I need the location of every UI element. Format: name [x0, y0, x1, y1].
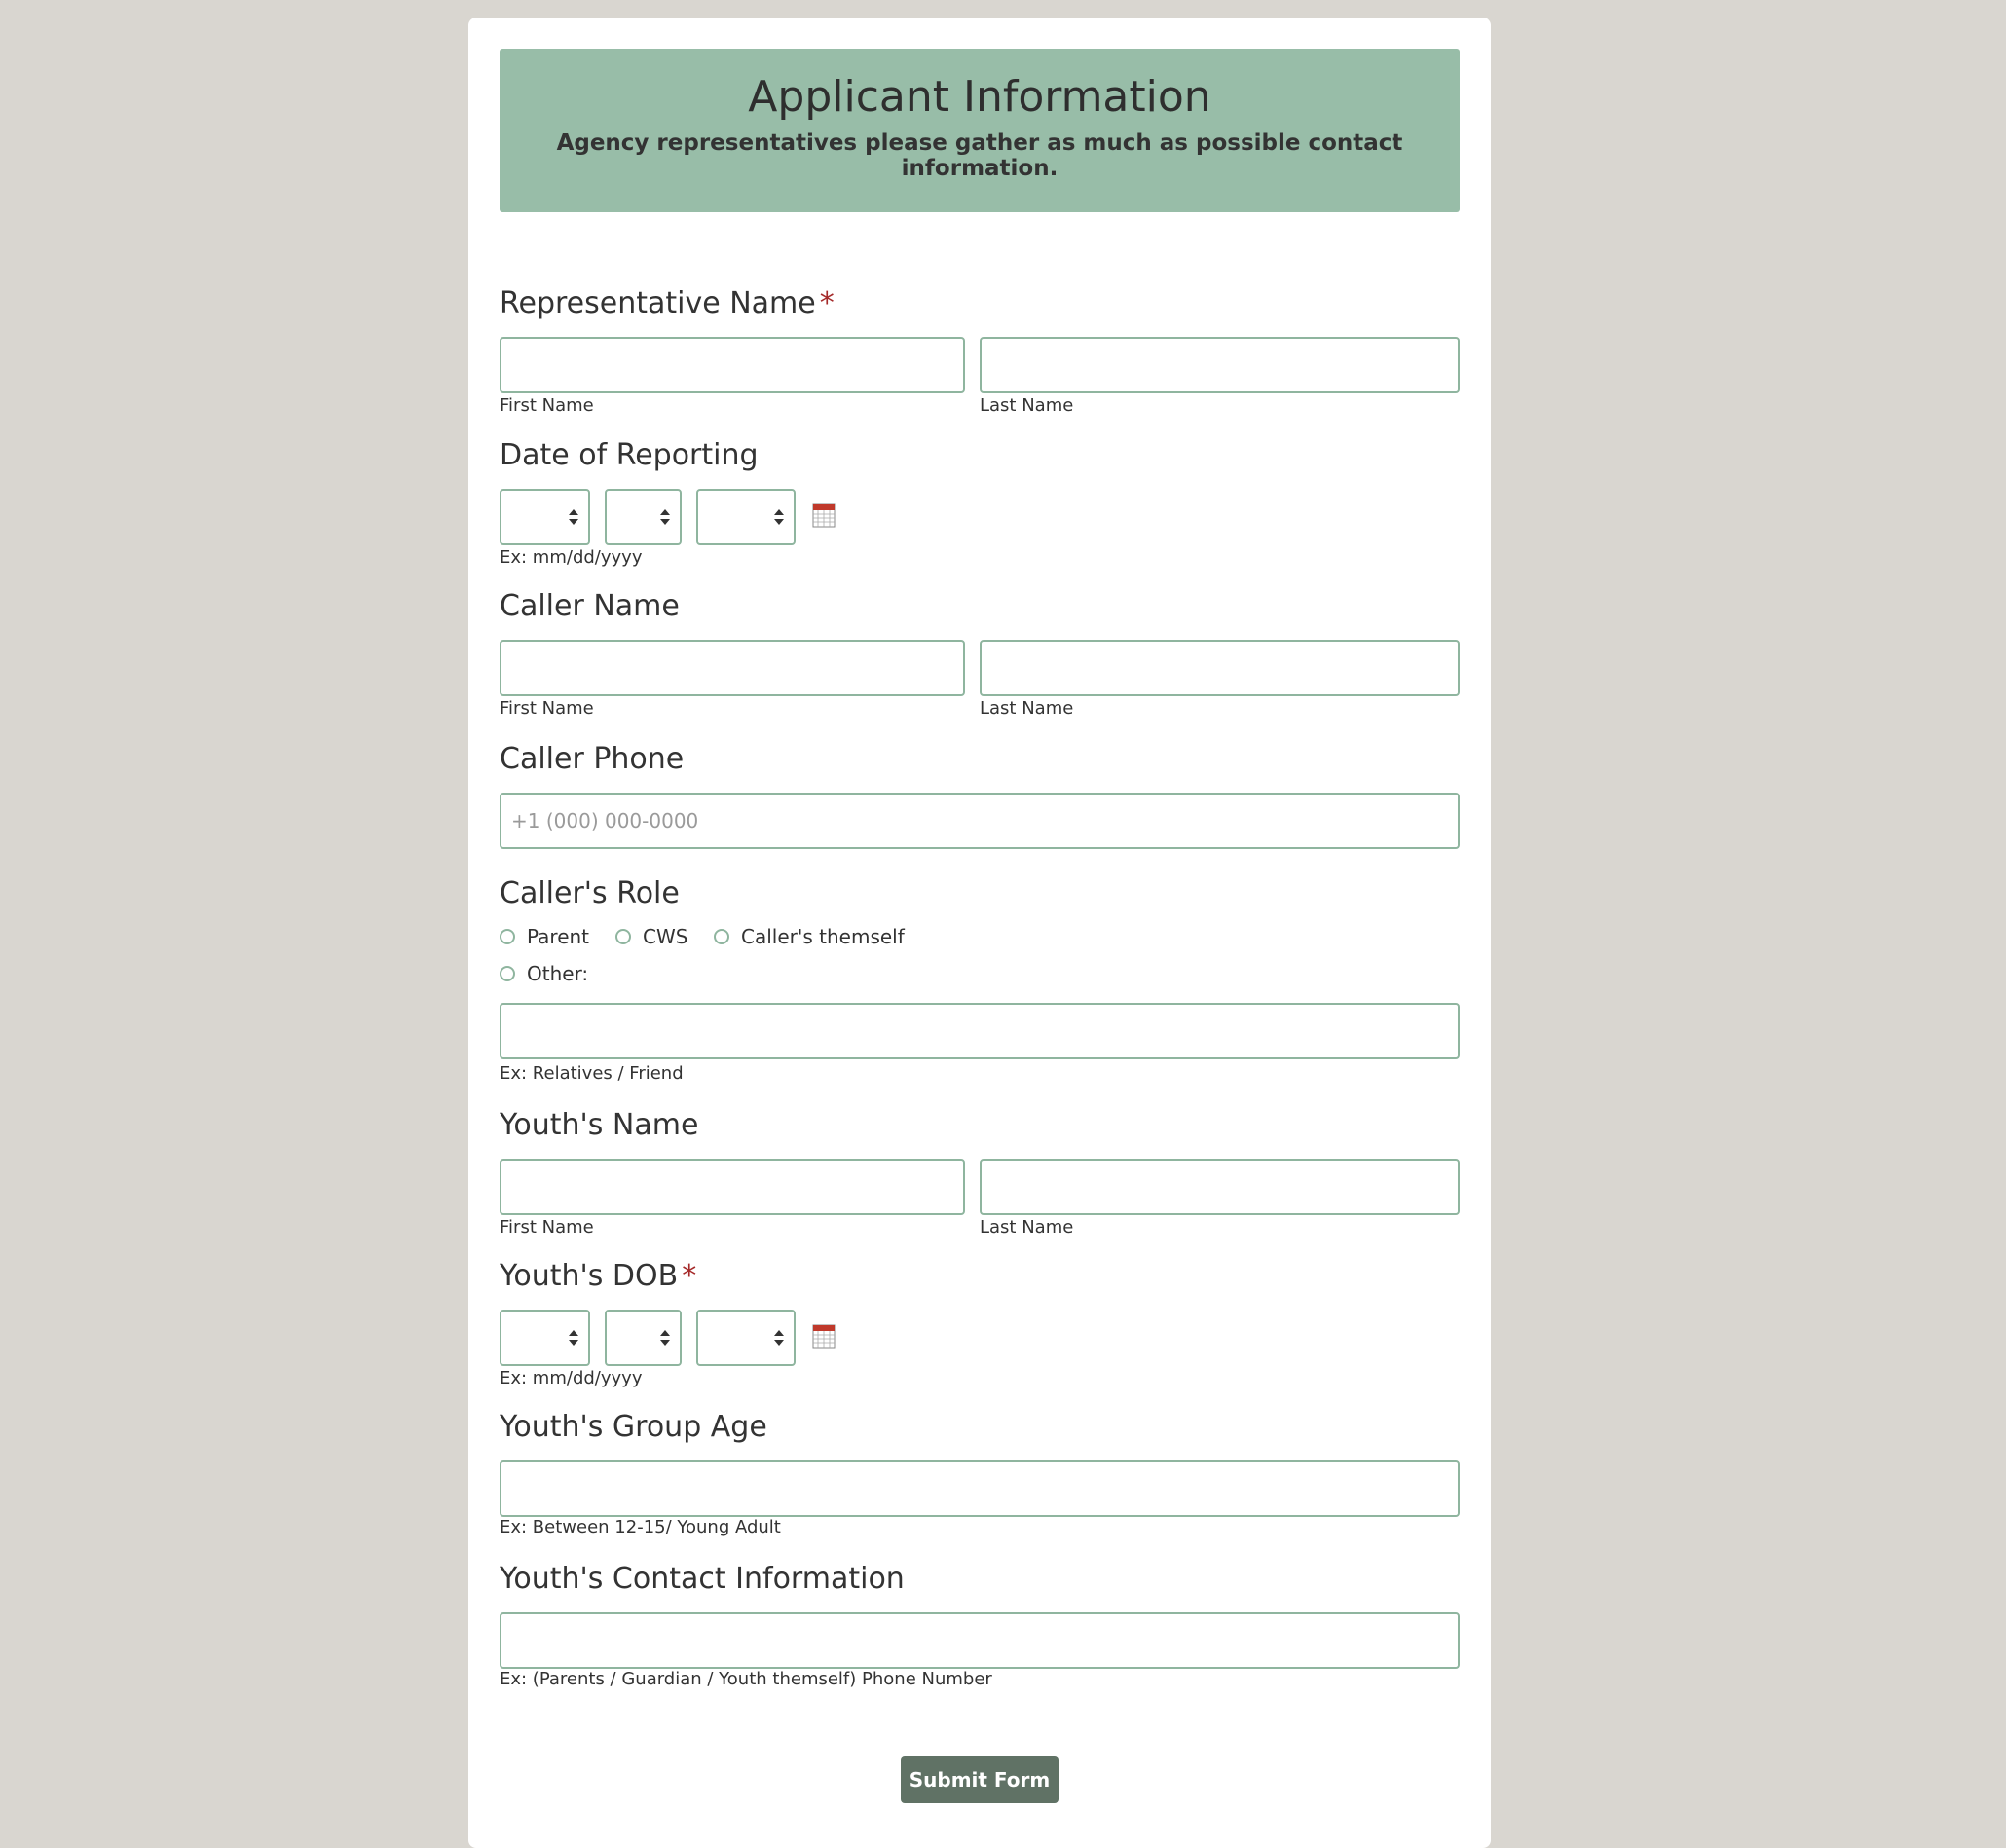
last-name-sublabel: Last Name	[980, 395, 1074, 416]
youths-group-age-field: Youth's Group Age Ex: Between 12-15/ You…	[500, 1408, 1460, 1537]
date-format-hint: Ex: mm/dd/yyyy	[500, 547, 643, 568]
required-mark: *	[682, 1259, 697, 1293]
caller-name-field: Caller Name First Name Last Name	[500, 587, 1460, 727]
radio-parent[interactable]: Parent	[500, 925, 589, 948]
dob-day-select[interactable]	[605, 1310, 682, 1366]
youths-group-age-input[interactable]	[500, 1460, 1460, 1517]
select-arrows-icon	[774, 1328, 784, 1349]
last-name-sublabel: Last Name	[980, 1217, 1074, 1238]
form-header: Applicant Information Agency representat…	[500, 49, 1460, 212]
dob-month-select[interactable]	[500, 1310, 590, 1366]
reporting-year-select[interactable]	[696, 489, 796, 545]
form-subtitle: Agency representatives please gather as …	[556, 130, 1403, 181]
youths-dob-label: Youth's DOB	[500, 1259, 679, 1293]
calendar-icon[interactable]	[812, 502, 836, 528]
first-name-sublabel: First Name	[500, 395, 594, 416]
youths-contact-input[interactable]	[500, 1612, 1460, 1669]
select-arrows-icon	[660, 1328, 670, 1349]
youths-name-field: Youth's Name First Name Last Name	[500, 1106, 1460, 1246]
representative-first-name-input[interactable]	[500, 337, 965, 393]
form-title: Applicant Information	[748, 72, 1211, 122]
representative-name-label: Representative Name	[500, 286, 816, 320]
caller-phone-field: Caller Phone	[500, 740, 1460, 849]
youths-contact-label: Youth's Contact Information	[500, 1562, 905, 1596]
form-body: Applicant Information Agency representat…	[500, 49, 1460, 1689]
other-role-input[interactable]	[500, 1003, 1460, 1059]
select-arrows-icon	[660, 507, 670, 529]
caller-phone-label: Caller Phone	[500, 742, 685, 776]
select-arrows-icon	[569, 1328, 578, 1349]
radio-circle-icon	[714, 929, 729, 944]
radio-other[interactable]: Other:	[500, 962, 588, 985]
callers-role-field: Caller's Role Parent CWS Caller's themse…	[500, 874, 1460, 1084]
radio-circle-icon	[500, 929, 515, 944]
select-arrows-icon	[774, 507, 784, 529]
other-role-hint: Ex: Relatives / Friend	[500, 1063, 684, 1084]
caller-phone-input[interactable]	[500, 793, 1460, 849]
group-age-hint: Ex: Between 12-15/ Young Adult	[500, 1517, 781, 1537]
first-name-sublabel: First Name	[500, 698, 594, 719]
youths-group-age-label: Youth's Group Age	[500, 1410, 767, 1444]
date-of-reporting-label: Date of Reporting	[500, 438, 759, 472]
representative-last-name-input[interactable]	[980, 337, 1460, 393]
representative-name-field: Representative Name * First Name Last Nam…	[500, 284, 1460, 425]
required-mark: *	[819, 286, 835, 320]
reporting-month-select[interactable]	[500, 489, 590, 545]
radio-callers-themself[interactable]: Caller's themself	[714, 925, 905, 948]
radio-cws[interactable]: CWS	[615, 925, 687, 948]
youths-dob-field: Youth's DOB * Ex: mm/dd/yyyy	[500, 1257, 1460, 1388]
radio-circle-icon	[500, 966, 515, 981]
youths-contact-field: Youth's Contact Information Ex: (Parents…	[500, 1560, 1460, 1689]
last-name-sublabel: Last Name	[980, 698, 1074, 719]
submit-form-button[interactable]: Submit Form	[901, 1756, 1059, 1803]
contact-hint: Ex: (Parents / Guardian / Youth themself…	[500, 1669, 992, 1689]
form-card: Applicant Information Agency representat…	[468, 18, 1491, 1848]
youth-last-name-input[interactable]	[980, 1159, 1460, 1215]
dob-year-select[interactable]	[696, 1310, 796, 1366]
first-name-sublabel: First Name	[500, 1217, 594, 1238]
youths-name-label: Youth's Name	[500, 1108, 699, 1142]
radio-circle-icon	[615, 929, 631, 944]
caller-last-name-input[interactable]	[980, 640, 1460, 696]
caller-name-label: Caller Name	[500, 589, 680, 623]
date-format-hint: Ex: mm/dd/yyyy	[500, 1368, 643, 1388]
calendar-icon[interactable]	[812, 1323, 836, 1349]
youth-first-name-input[interactable]	[500, 1159, 965, 1215]
caller-first-name-input[interactable]	[500, 640, 965, 696]
date-of-reporting-field: Date of Reporting Ex: mm/dd/yyyy	[500, 436, 1460, 568]
reporting-day-select[interactable]	[605, 489, 682, 545]
select-arrows-icon	[569, 507, 578, 529]
callers-role-label: Caller's Role	[500, 876, 680, 910]
